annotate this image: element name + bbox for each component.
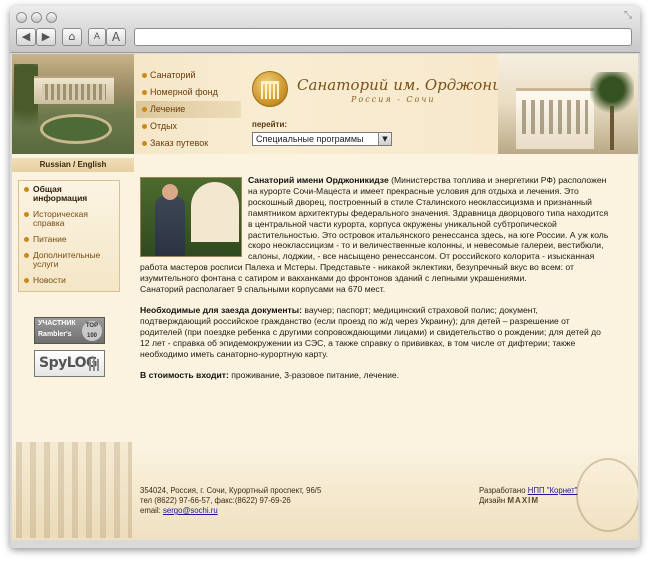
article-paragraph-price: В стоимость входит: проживание, 3-разово… — [140, 370, 610, 381]
decorative-sundial-image — [576, 458, 638, 532]
bullet-icon — [142, 107, 147, 112]
close-window-button[interactable] — [16, 12, 27, 23]
sidebar-item-general-info[interactable]: Общая информация — [19, 185, 119, 203]
address-bar[interactable] — [134, 28, 632, 46]
minimize-window-button[interactable] — [31, 12, 42, 23]
site-subtitle: Россия - Сочи — [351, 95, 436, 104]
nav-label: Лечение — [150, 104, 186, 114]
spylog-counter-badge[interactable]: SpyLOG — [34, 350, 105, 377]
footer-design-label: Дизайн — [479, 496, 508, 505]
sidebar-item-label: Общая информация — [33, 184, 88, 203]
bullet-icon — [142, 90, 147, 95]
footer-contacts: 354024, Россия, г. Сочи, Курортный просп… — [140, 486, 321, 516]
decorative-ruins-image — [16, 442, 132, 538]
article-heading-price: В стоимость входит: — [140, 369, 229, 380]
bullet-icon — [142, 124, 147, 129]
badge-text: УЧАСТНИК — [38, 320, 76, 327]
sidebar-item-extra-services[interactable]: Дополнительные услуги — [19, 251, 119, 269]
bullet-icon — [142, 141, 147, 146]
bullet-icon — [24, 212, 29, 217]
nav-label: Санаторий — [150, 70, 196, 80]
home-icon: ⌂ — [68, 30, 76, 43]
footer-dev-link[interactable]: НПП "Корнет" — [528, 486, 578, 495]
sidebar-item-label: Историческая справка — [33, 209, 89, 228]
bullet-icon — [24, 253, 29, 258]
sidebar-item-label: Новости — [33, 275, 66, 285]
footer-phone: тел (8622) 97-66-57, факс:(8622) 97-69-2… — [140, 496, 291, 505]
footer-email-label: email: — [140, 506, 163, 515]
main-article: Санаторий имени Орджоникидзе (Министерст… — [140, 175, 610, 390]
web-page: Санаторий Номерной фонд Лечение Отдых За… — [12, 54, 638, 540]
sidebar-menu: Общая информация Историческая справка Пи… — [18, 180, 120, 292]
goto-label: перейти: — [252, 120, 288, 129]
footer-credits: Разработано НПП "Корнет" Дизайн MAXIM — [479, 486, 577, 506]
nav-item-treatment[interactable]: Лечение — [136, 101, 241, 118]
bullet-icon — [24, 187, 29, 192]
nav-item-leisure[interactable]: Отдых — [136, 118, 241, 135]
footer-address: 354024, Россия, г. Сочи, Курортный просп… — [140, 486, 322, 495]
bar-chart-icon — [89, 359, 99, 371]
goto-select[interactable]: Специальные программы ▼ — [252, 132, 392, 146]
nav-label: Отдых — [150, 121, 178, 131]
bullet-icon — [24, 237, 29, 242]
nav-item-rooms[interactable]: Номерной фонд — [136, 84, 241, 101]
sidebar-item-label: Питание — [33, 234, 67, 244]
bullet-icon — [142, 73, 147, 78]
article-paragraph-intro: Санаторий имени Орджоникидзе (Министерст… — [140, 175, 610, 295]
forward-icon: ▶ — [41, 30, 51, 43]
goto-selected-value: Специальные программы — [256, 134, 364, 144]
top-nav: Санаторий Номерной фонд Лечение Отдых За… — [136, 67, 241, 152]
back-button[interactable]: ◀ — [16, 28, 36, 46]
article-text: Санаторий располагает 9 спальными корпус… — [140, 284, 386, 295]
back-icon: ◀ — [21, 30, 31, 43]
text-bigger-button[interactable]: A — [106, 28, 126, 46]
sidebar-item-label: Дополнительные услуги — [33, 250, 101, 269]
footer-email-link[interactable]: sergo@sochi.ru — [163, 506, 218, 515]
text-large-icon: A — [111, 30, 121, 44]
rambler-top100-badge[interactable]: УЧАСТНИК Rambler's TOP 100 — [34, 317, 105, 344]
article-paragraph-documents: Необходимые для заезда документы: ваучер… — [140, 305, 610, 360]
bullet-icon — [24, 278, 29, 283]
nav-item-sanatorium[interactable]: Санаторий — [136, 67, 241, 84]
article-text: проживание, 3-разовое питание, лечение. — [228, 369, 400, 380]
sidebar-item-food[interactable]: Питание — [19, 235, 119, 244]
badge-top100-icon: TOP 100 — [82, 321, 102, 341]
header-photo-sanatorium — [12, 54, 134, 154]
maxim-logo[interactable]: MAXIM — [507, 496, 539, 505]
text-smaller-button[interactable]: A — [88, 28, 106, 46]
browser-window: ⤡ ◀ ▶ ⌂ A A Санаторий Номерной фонд Лече… — [10, 6, 640, 548]
dropdown-arrow-icon[interactable]: ▼ — [378, 133, 391, 145]
nav-item-booking[interactable]: Заказ путевок — [136, 135, 241, 152]
header-photo-building — [498, 54, 638, 154]
language-switch[interactable]: Russian / English — [12, 158, 134, 172]
resize-icon[interactable]: ⤡ — [624, 10, 632, 21]
sidebar-item-history[interactable]: Историческая справка — [19, 210, 119, 228]
sanatorium-logo-icon[interactable] — [252, 71, 288, 107]
nav-label: Номерной фонд — [150, 87, 218, 97]
home-button[interactable]: ⌂ — [62, 28, 82, 46]
zoom-window-button[interactable] — [46, 12, 57, 23]
browser-toolbar: ⤡ ◀ ▶ ⌂ A A — [10, 6, 640, 53]
text-small-icon: A — [93, 32, 101, 42]
article-heading-intro: Санаторий имени Орджоникидзе — [248, 175, 389, 185]
badge-text: Rambler's — [38, 331, 72, 338]
sidebar-item-news[interactable]: Новости — [19, 276, 119, 285]
nav-label: Заказ путевок — [150, 138, 209, 148]
forward-button[interactable]: ▶ — [36, 28, 56, 46]
footer-dev-label: Разработано — [479, 486, 528, 495]
article-heading-documents: Необходимые для заезда документы: — [140, 304, 302, 315]
